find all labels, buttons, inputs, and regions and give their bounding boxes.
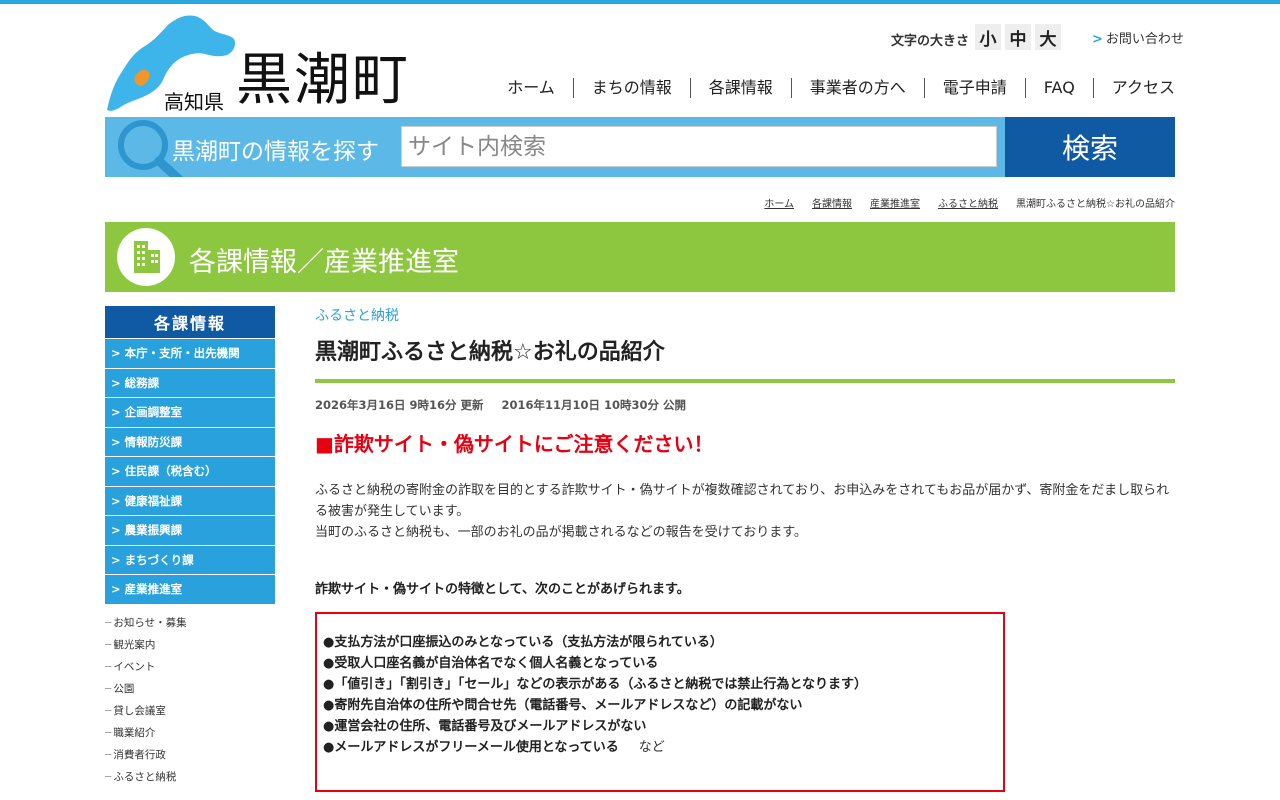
font-size-medium-button[interactable]: 中 [1005,24,1032,50]
search-input[interactable] [401,126,997,167]
feature-item: ●「値引き」「割引き」「セール」などの表示がある（ふるさと納税では禁止行為となり… [323,677,867,692]
article-category[interactable]: ふるさと納税 [315,305,399,325]
top-accent-bar [0,0,1280,4]
sidebar-subitem-news[interactable]: ─ お知らせ・募集 [105,612,275,634]
search-button[interactable]: 検索 [1005,117,1175,177]
sidebar-item-disaster-prevention[interactable]: > 情報防災課 [105,426,275,456]
fraud-warning-heading: ■詐欺サイト・偽サイトにご注意ください！ [315,432,714,456]
sidebar-subitem-label: 観光案内 [113,638,156,651]
sidebar-item-agriculture[interactable]: > 農業振興課 [105,515,275,545]
chevron-right-icon: > [111,375,121,390]
sidebar-heading: 各課情報 [105,306,275,338]
updated-date: 2026年3月16日 9時16分 更新 [315,398,484,412]
sidebar-sublist: ─ お知らせ・募集 ─ 観光案内 ─ イベント ─ 公園 ─ 貸し会議室 ─ 職業紹介 ─ 消… [105,612,275,788]
chevron-right-icon: > [111,405,121,420]
chevron-right-icon: > [111,434,121,449]
sidebar-subitem-label: 貸し会議室 [113,704,166,717]
sidebar-subitem-consumer[interactable]: ─ 消費者行政 [105,744,275,766]
article-dates: 2026年3月16日 9時16分 更新 2016年11月10日 10時30分 公開 [315,397,704,413]
body-paragraph-1: ふるさと納税の寄附金の詐取を目的とする詐欺サイト・偽サイトが複数確認されており、… [315,483,1170,519]
sidebar-item-offices[interactable]: > 本庁・支所・出先機関 [105,338,275,368]
article-body: ふるさと納税の寄附金の詐取を目的とする詐欺サイト・偽サイトが複数確認されており、… [315,480,1177,543]
font-size-switcher: 文字の大きさ 小 中 大 [891,24,1065,50]
sidebar-subitem-label: お知らせ・募集 [113,616,187,629]
nav-access[interactable]: アクセス [1092,78,1175,98]
building-icon [117,228,175,286]
sidebar-subitem-meeting-rooms[interactable]: ─ 貸し会議室 [105,700,275,722]
sidebar-item-label: 住民課（税含む） [124,464,217,479]
sidebar-subitem-jobs[interactable]: ─ 職業紹介 [105,722,275,744]
nav-business[interactable]: 事業者の方へ [790,78,924,98]
sidebar-item-label: 総務課 [124,375,160,390]
feature-item: ●運営会社の住所、電話番号及びメールアドレスがない [323,719,647,734]
chevron-right-icon: > [111,493,121,508]
sidebar-subitem-label: イベント [113,660,156,673]
chevron-right-icon: > [111,582,121,597]
sidebar-item-label: 本庁・支所・出先機関 [124,346,240,361]
sidebar-subitem-label: 公園 [113,682,135,695]
sidebar-item-town-development[interactable]: > まちづくり課 [105,544,275,574]
font-size-large-button[interactable]: 大 [1035,24,1062,50]
chevron-right-icon: > [1092,32,1103,47]
sidebar-item-general-affairs[interactable]: > 総務課 [105,367,275,397]
feature-item: ●支払方法が口座振込のみとなっている（支払方法が限られている） [323,635,723,650]
feature-item-tail: など [638,740,665,755]
sidebar-subitem-parks[interactable]: ─ 公園 [105,678,275,700]
prefecture-name: 高知県 [164,90,224,114]
contact-label: お問い合わせ [1105,32,1184,47]
breadcrumb: ホーム 各課情報 産業推進室 ふるさと納税 黒潮町ふるさと納税☆お礼の品紹介 [764,195,1175,210]
sidebar-item-label: 健康福祉課 [124,493,183,508]
feature-item-last: ●メールアドレスがフリーメール使用となっている など [323,737,997,758]
features-subheading: 詐欺サイト・偽サイトの特徴として、次のことがあげられます。 [315,582,690,597]
sidebar-subitem-furusato[interactable]: ─ ふるさと納税 [105,766,275,788]
sidebar-item-label: 情報防災課 [124,434,183,449]
sidebar-item-label: まちづくり課 [124,552,194,567]
sidebar-item-residents[interactable]: > 住民課（税含む） [105,456,275,486]
nav-departments[interactable]: 各課情報 [689,78,791,98]
nav-faq[interactable]: FAQ [1024,78,1093,98]
chevron-right-icon: > [111,464,121,479]
sidebar-subitem-label: ふるさと納税 [113,770,177,783]
breadcrumb-furusato[interactable]: ふるさと納税 [938,195,998,210]
sidebar-item-label: 産業推進室 [124,582,183,597]
feature-item: ●寄附先自治体の住所や問合せ先（電話番号、メールアドレスなど）の記載がない [323,698,803,713]
sidebar-subitem-tourism[interactable]: ─ 観光案内 [105,634,275,656]
search-bar: 黒潮町の情報を探す 検索 [105,117,1175,177]
breadcrumb-current: 黒潮町ふるさと納税☆お礼の品紹介 [1016,199,1175,210]
published-date: 2016年11月10日 10時30分 公開 [501,398,687,412]
feature-item: ●受取人口座名義が自治体名でなく個人名義となっている [323,656,659,671]
chevron-right-icon: > [111,552,121,567]
fraud-features-box: ●支払方法が口座振込のみとなっている（支払方法が限られている） ●受取人口座名義… [315,612,1005,792]
nav-home[interactable]: ホーム [489,78,573,98]
chevron-right-icon: > [111,523,121,538]
sidebar: 各課情報 > 本庁・支所・出先機関 > 総務課 > 企画調整室 > 情報防災課 > 住民課… [105,306,275,788]
town-name-logo[interactable]: 黒潮町 [236,50,410,112]
sidebar-subitem-label: 消費者行政 [113,748,166,761]
section-banner: 各課情報／産業推進室 [105,222,1175,292]
nav-e-application[interactable]: 電子申請 [923,78,1025,98]
font-size-label: 文字の大きさ [891,33,970,49]
chevron-right-icon: > [111,346,121,361]
section-title: 各課情報／産業推進室 [189,247,459,278]
breadcrumb-home[interactable]: ホーム [764,195,794,210]
sidebar-item-industry[interactable]: > 産業推進室 [105,574,275,604]
sidebar-subitem-label: 職業紹介 [113,726,156,739]
sidebar-item-welfare[interactable]: > 健康福祉課 [105,485,275,515]
contact-link[interactable]: > お問い合わせ [1092,28,1184,47]
body-paragraph-2: 当町のふるさと納税も、一部のお礼の品が掲載されるなどの報告を受けております。 [315,525,807,540]
feature-item-text: ●メールアドレスがフリーメール使用となっている [323,740,619,755]
sidebar-item-planning[interactable]: > 企画調整室 [105,397,275,427]
breadcrumb-industry[interactable]: 産業推進室 [870,195,920,210]
page-title: 黒潮町ふるさと納税☆お礼の品紹介 [315,340,665,365]
sidebar-item-label: 企画調整室 [124,405,183,420]
nav-town-info[interactable]: まちの情報 [572,78,690,98]
global-nav: ホーム まちの情報 各課情報 事業者の方へ 電子申請 FAQ アクセス [489,78,1175,98]
sidebar-item-label: 農業振興課 [124,523,183,538]
breadcrumb-departments[interactable]: 各課情報 [812,195,852,210]
font-size-small-button[interactable]: 小 [975,24,1002,50]
sidebar-subitem-events[interactable]: ─ イベント [105,656,275,678]
search-label: 黒潮町の情報を探す [172,139,379,165]
title-divider [315,379,1175,383]
